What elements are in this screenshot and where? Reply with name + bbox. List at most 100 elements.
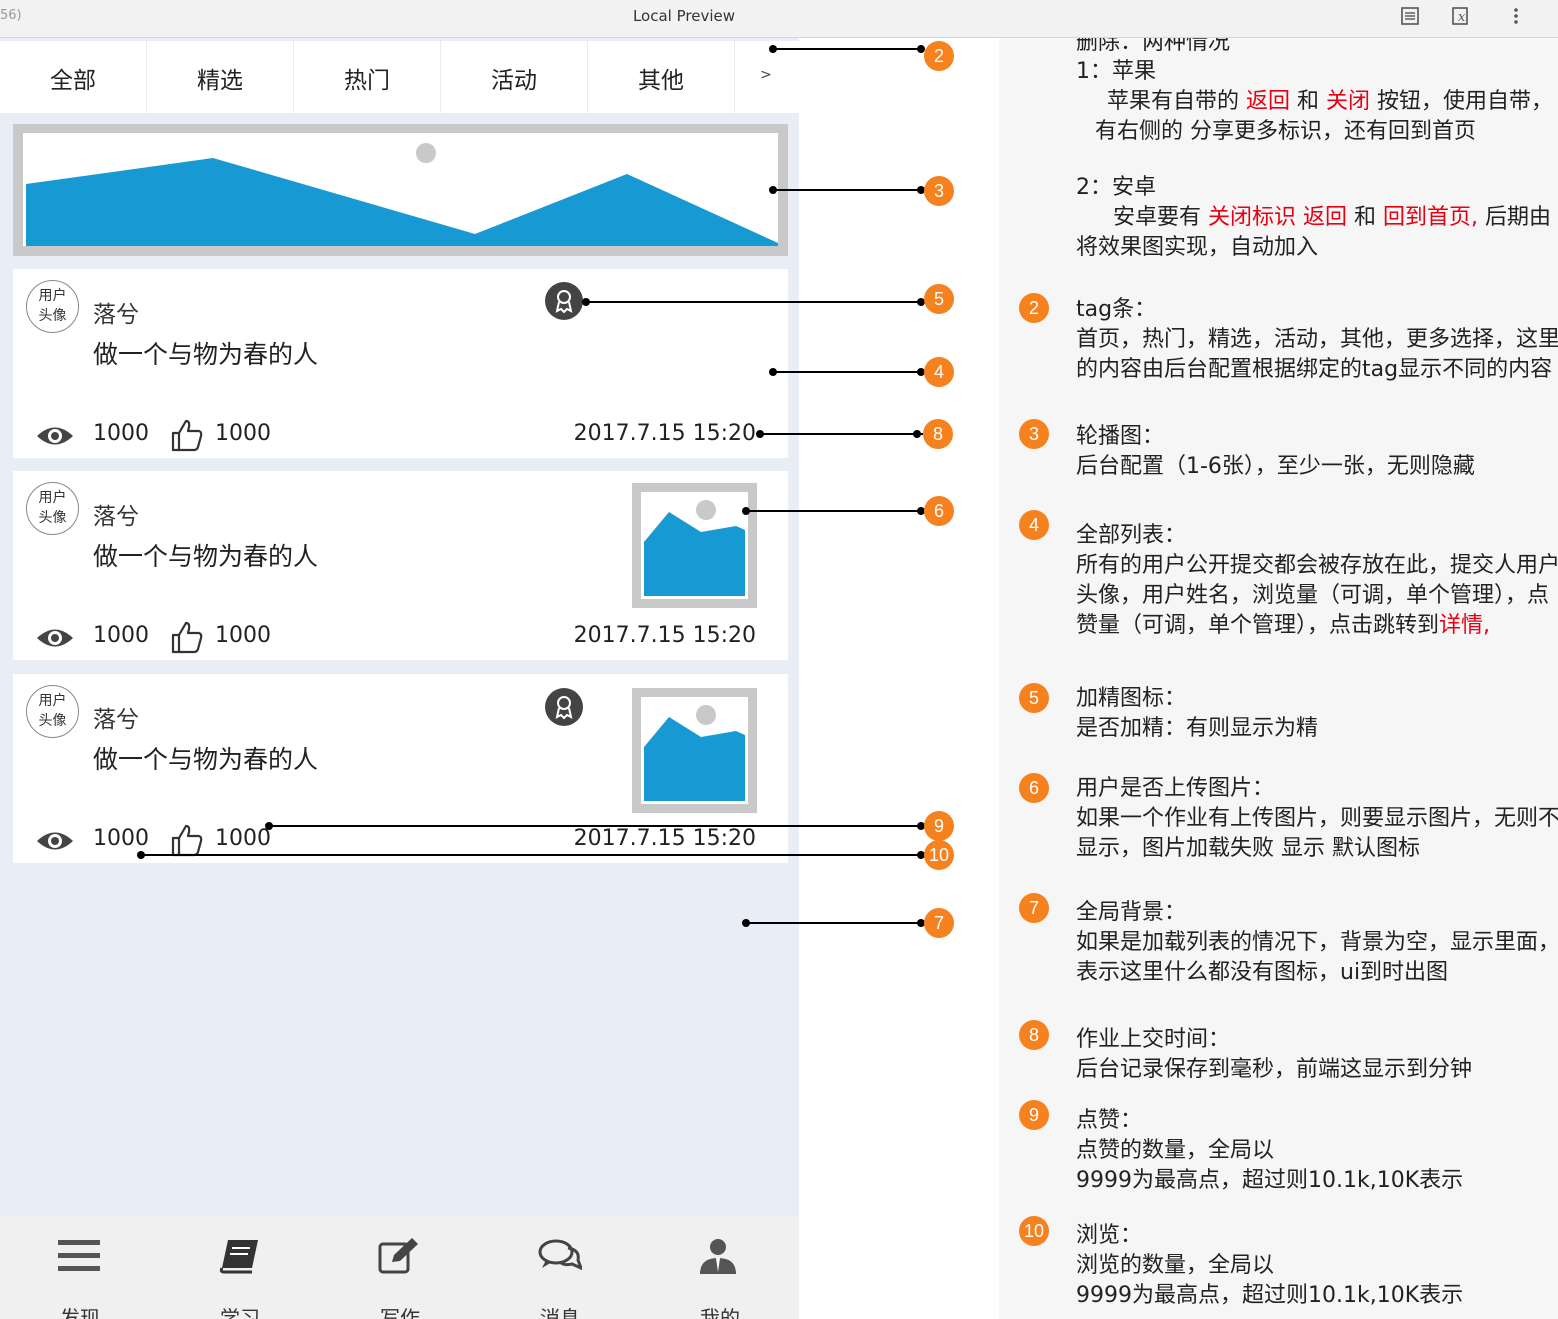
post-card[interactable]: 用户 头像 落兮 做一个与物为春的人 1000 1000 2017.7.15 1…	[13, 674, 788, 863]
annotation-marker: 6	[924, 496, 954, 526]
note-text: 和	[1290, 89, 1327, 114]
eye-icon	[37, 427, 73, 445]
note-marker: 4	[1019, 510, 1049, 540]
note-android-line1: 安卓要有 关闭标识 返回 和 回到首页, 后期由	[1113, 203, 1558, 233]
annotation-line	[773, 371, 923, 373]
annotation-line	[269, 825, 923, 827]
tab-more-button[interactable]: >	[760, 67, 772, 83]
post-card[interactable]: 用户 头像 落兮 做一个与物为春的人 1000 1000 2017.7.15 1…	[13, 471, 788, 660]
tab-featured[interactable]: 精选	[147, 41, 294, 113]
annotation-line	[760, 433, 923, 435]
note-line: 后台配置（1-6张），至少一张，无则隐藏	[1076, 454, 1475, 479]
tag-bar: 全部 精选 热门 活动 其他 >	[0, 41, 799, 113]
note-apple-line1: 苹果有自带的 返回 和 关闭 按钮，使用自带，	[1107, 87, 1558, 117]
post-image-placeholder[interactable]	[632, 483, 757, 608]
note-highlight: 回到首页,	[1383, 205, 1478, 230]
note-marker: 2	[1019, 293, 1049, 323]
note-line: 如果一个作业有上传图片，则要显示图片，无则不	[1076, 806, 1558, 831]
menu-icon	[58, 1240, 100, 1271]
note-line: 点赞的数量，全局以	[1076, 1138, 1275, 1163]
avatar-label-line2: 头像	[38, 713, 67, 729]
tab-all[interactable]: 全部	[0, 41, 147, 113]
note-line: 显示，图片加载失败 显示 默认图标	[1076, 836, 1420, 861]
chat-icon	[538, 1239, 582, 1271]
note-highlight: 返回	[1246, 89, 1291, 114]
note-android-line2: 将效果图实现，自动加入	[1076, 235, 1319, 260]
formula-icon[interactable]: x	[1450, 6, 1474, 30]
note-text: 赞量（可调，单个管理），点击跳转到	[1076, 613, 1440, 638]
note-line: 浏览的数量，全局以	[1076, 1253, 1275, 1278]
more-vertical-icon[interactable]	[1504, 6, 1528, 30]
post-text: 做一个与物为春的人	[93, 542, 319, 571]
note-title: 浏览：	[1076, 1223, 1143, 1248]
nav-me[interactable]: 我的	[640, 1216, 799, 1319]
eye-icon	[37, 629, 73, 647]
annotation-line	[746, 922, 923, 924]
note-text: 苹果有自带的	[1107, 89, 1246, 114]
document-icon[interactable]	[1398, 6, 1422, 30]
note-text: 按钮，使用自带，	[1370, 89, 1554, 114]
like-icon[interactable]	[170, 823, 204, 857]
note-apple-title: 1：苹果	[1076, 59, 1156, 84]
nav-study[interactable]: 学习	[160, 1216, 320, 1319]
post-image-placeholder[interactable]	[632, 688, 757, 813]
avatar-label-line2: 头像	[38, 308, 67, 324]
avatar[interactable]: 用户 头像	[26, 482, 79, 535]
tab-other[interactable]: 其他	[588, 41, 735, 113]
tab-activity[interactable]: 活动	[441, 41, 588, 113]
carousel-banner[interactable]	[13, 124, 788, 256]
avatar[interactable]: 用户 头像	[26, 280, 79, 333]
annotation-line	[773, 48, 923, 50]
note-title: 全部列表：	[1076, 523, 1187, 548]
annotation-marker: 3	[924, 176, 954, 206]
nav-label: 我的	[700, 1306, 740, 1319]
eye-icon	[37, 832, 73, 850]
view-count: 1000	[93, 623, 149, 648]
note-line: 是否加精：有则显示为精	[1076, 716, 1319, 741]
tab-hot[interactable]: 热门	[294, 41, 441, 113]
note-line: 表示这里什么都没有图标，ui到时出图	[1076, 960, 1449, 985]
annotation-line	[586, 301, 923, 303]
note-title: 轮播图：	[1076, 424, 1165, 449]
avatar[interactable]: 用户 头像	[26, 685, 79, 738]
window-titlebar: 56) Local Preview x	[0, 0, 1558, 38]
image-placeholder-icon	[644, 500, 745, 596]
note-line: 头像，用户姓名，浏览量（可调，单个管理），点	[1076, 583, 1550, 608]
nav-label: 学习	[220, 1306, 260, 1319]
like-icon[interactable]	[170, 620, 204, 654]
note-line: 首页，热门，精选，活动，其他，更多选择，这里	[1076, 327, 1558, 352]
note-text: 后期由	[1478, 205, 1551, 230]
like-icon[interactable]	[170, 418, 204, 452]
avatar-label-line1: 用户	[38, 693, 67, 709]
post-card[interactable]: 用户 头像 落兮 做一个与物为春的人 1000 1000 2017.7.15 1…	[13, 269, 788, 458]
annotation-marker: 10	[924, 840, 954, 870]
nav-discover[interactable]: 发现	[0, 1216, 160, 1319]
note-marker: 10	[1019, 1216, 1049, 1246]
note-marker: 9	[1019, 1100, 1049, 1130]
annotation-marker: 2	[924, 41, 954, 71]
note-marker: 8	[1019, 1020, 1049, 1050]
annotation-line	[746, 510, 923, 512]
note-marker: 5	[1019, 683, 1049, 713]
avatar-label-line2: 头像	[38, 510, 67, 526]
note-title: tag条：	[1076, 297, 1157, 322]
note-text: 和	[1347, 205, 1383, 230]
submit-time: 2017.7.15 15:20	[573, 421, 756, 446]
nav-label: 写作	[380, 1306, 420, 1319]
user-icon	[700, 1239, 736, 1274]
note-line: 9999为最高点，超过则10.1k,10K表示	[1076, 1168, 1464, 1193]
note-title: 加精图标：	[1076, 686, 1187, 711]
nav-messages[interactable]: 消息	[480, 1216, 640, 1319]
featured-badge-icon	[545, 688, 583, 726]
featured-badge-icon	[545, 282, 583, 320]
note-text: 安卓要有	[1113, 205, 1208, 230]
note-marker: 3	[1019, 419, 1049, 449]
phone-screen: 全部 精选 热门 活动 其他 > 用户 头像 落兮 做一个与物为春的人 1000	[0, 38, 799, 1319]
view-count: 1000	[93, 421, 149, 446]
post-text: 做一个与物为春的人	[93, 745, 319, 774]
book-icon	[219, 1240, 258, 1274]
nav-label: 消息	[540, 1306, 580, 1319]
submit-time: 2017.7.15 15:20	[573, 623, 756, 648]
avatar-label-line1: 用户	[38, 490, 67, 506]
nav-write[interactable]: 写作	[320, 1216, 480, 1319]
